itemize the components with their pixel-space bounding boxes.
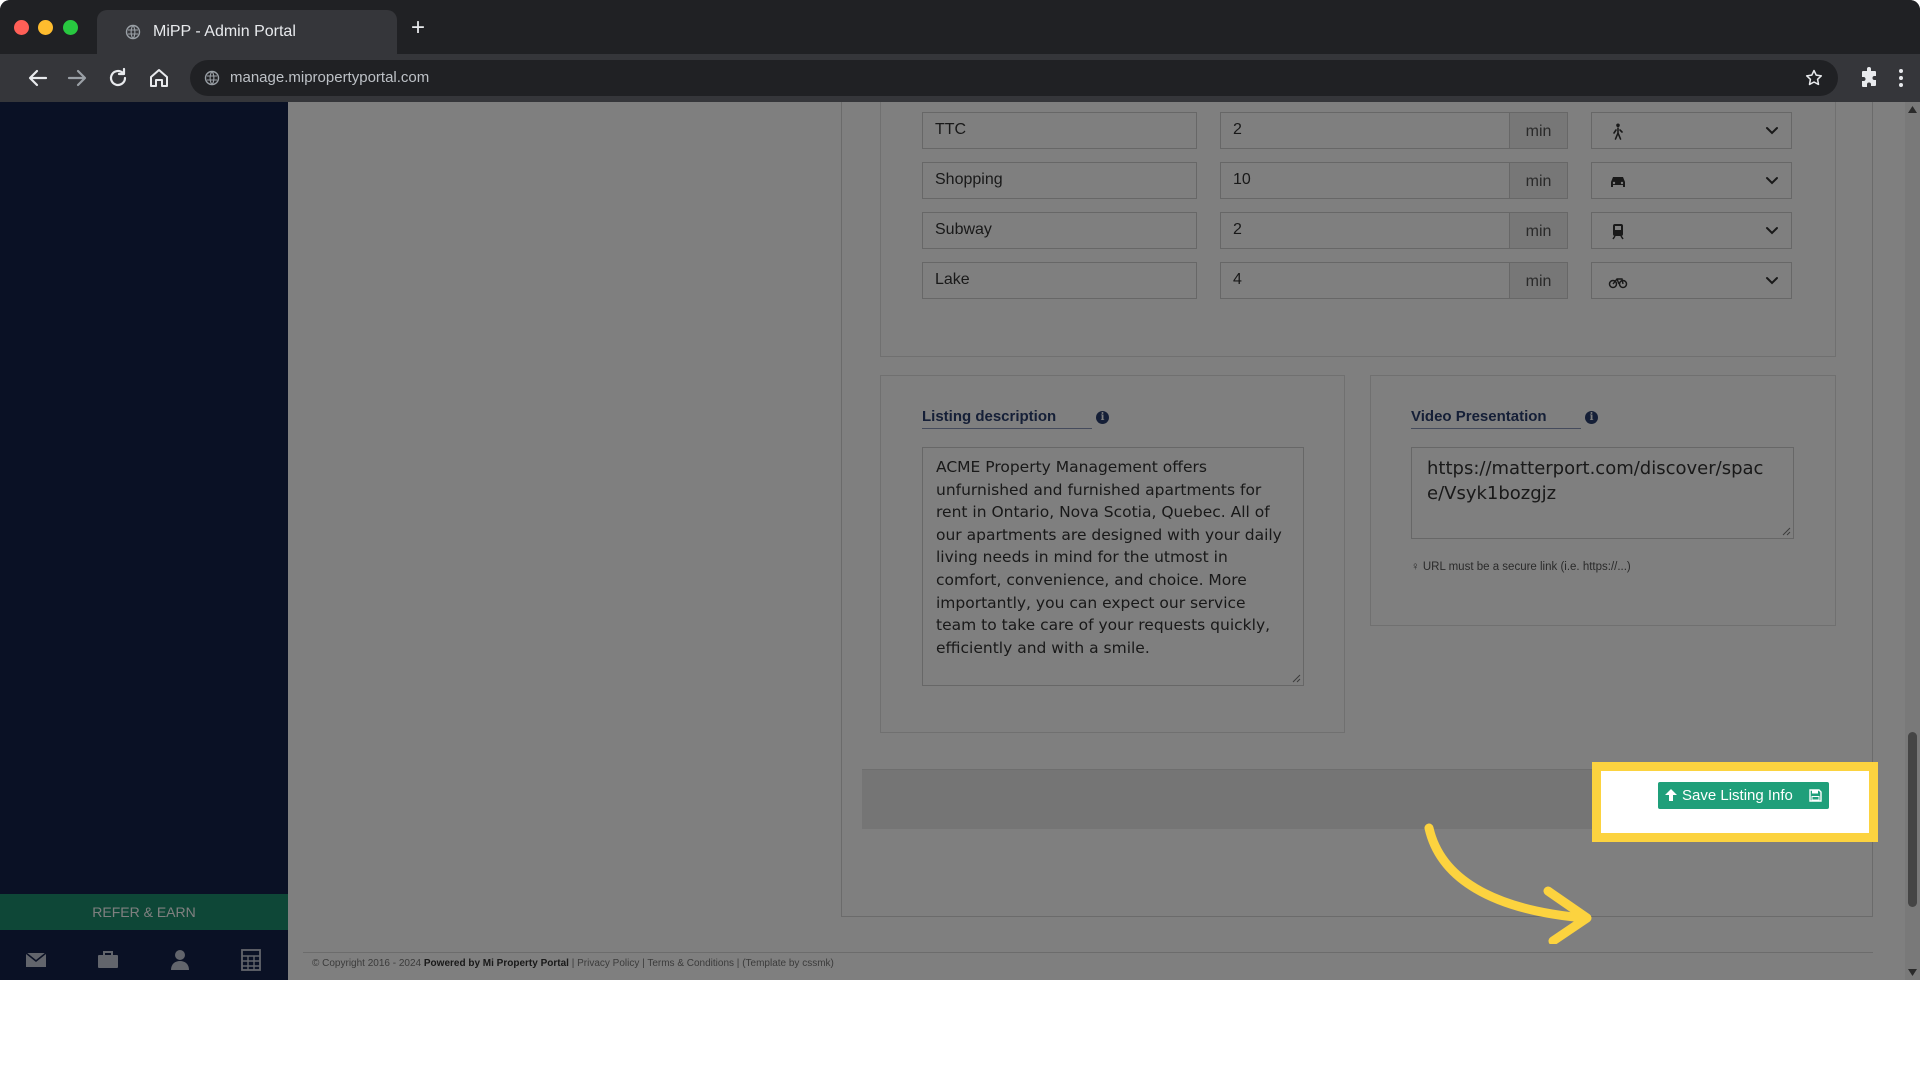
arrow-up-icon [1665, 789, 1677, 801]
privacy-policy-link[interactable]: Privacy Policy [577, 958, 639, 969]
label-underline [1411, 428, 1581, 429]
info-icon[interactable]: i [1585, 411, 1598, 424]
place-input[interactable]: Subway [922, 212, 1197, 249]
save-listing-info-label: Save Listing Info [1682, 787, 1793, 804]
walk-icon [1613, 123, 1623, 140]
url-hint-text: URL must be a secure link (i.e. https://… [1422, 561, 1631, 573]
url-hint: ♀ URL must be a secure link (i.e. https:… [1411, 561, 1631, 573]
sidebar-footer-icons [0, 940, 288, 980]
page-viewport: REFER & EARN TTC 2 min Shopping 10 min S… [0, 102, 1920, 980]
back-arrow-icon[interactable] [26, 66, 50, 90]
video-presentation-label: Video Presentation [1411, 408, 1547, 425]
subway-icon [1612, 224, 1624, 240]
reload-icon[interactable] [106, 66, 130, 90]
distance-row: Subway 2 min [922, 212, 1796, 249]
close-window-button[interactable] [14, 20, 29, 35]
listing-description-label: Listing description [922, 408, 1057, 425]
travel-mode-select[interactable] [1591, 112, 1792, 149]
new-tab-button[interactable]: + [407, 16, 429, 40]
browser-menu-icon[interactable] [1893, 66, 1909, 90]
scroll-down-arrow-icon[interactable] [1908, 969, 1917, 976]
time-input[interactable]: 10 [1220, 162, 1510, 199]
pointer-arrow-icon [1424, 823, 1592, 944]
mail-icon[interactable] [24, 948, 48, 972]
home-icon[interactable] [147, 66, 171, 90]
video-url-textarea[interactable]: https://matterport.com/discover/space/Vs… [1411, 447, 1794, 539]
chevron-down-icon [1766, 177, 1778, 185]
resize-handle-icon[interactable] [1782, 527, 1791, 536]
resize-handle-icon[interactable] [1292, 674, 1301, 683]
browser-tab[interactable]: MiPP - Admin Portal [97, 10, 397, 54]
user-icon[interactable] [168, 948, 192, 972]
place-input[interactable]: TTC [922, 112, 1197, 149]
page-scrollbar[interactable] [1905, 102, 1920, 980]
chevron-down-icon [1766, 127, 1778, 135]
save-listing-info-button[interactable]: Save Listing Info [1658, 782, 1829, 809]
chevron-down-icon [1766, 227, 1778, 235]
briefcase-icon[interactable] [96, 948, 120, 972]
powered-by-link[interactable]: Powered by Mi Property Portal [424, 958, 569, 969]
browser-window: MiPP - Admin Portal + manage.mipropertyp… [0, 0, 1920, 980]
distance-row: Lake 4 min [922, 262, 1796, 299]
time-input[interactable]: 2 [1220, 112, 1510, 149]
refer-and-earn-button[interactable]: REFER & EARN [0, 894, 288, 930]
label-underline [922, 428, 1092, 429]
main-content: TTC 2 min Shopping 10 min Subway 2 min L… [288, 102, 1905, 980]
distance-row: TTC 2 min [922, 112, 1796, 149]
car-icon [1611, 177, 1625, 187]
travel-mode-select[interactable] [1591, 262, 1792, 299]
globe-icon [125, 24, 141, 40]
maximize-window-button[interactable] [63, 20, 78, 35]
bookmark-star-icon[interactable] [1804, 68, 1824, 88]
unit-addon: min [1510, 212, 1568, 249]
unit-addon: min [1510, 112, 1568, 149]
footer-divider [303, 952, 1873, 953]
distance-row: Shopping 10 min [922, 162, 1796, 199]
lightbulb-icon: ♀ [1411, 561, 1420, 573]
copyright-footer: © Copyright 2016 - 2024 Powered by Mi Pr… [312, 958, 834, 969]
tab-bar: MiPP - Admin Portal + [0, 0, 1920, 54]
floppy-disk-icon [1809, 789, 1822, 802]
chevron-down-icon [1766, 277, 1778, 285]
forward-arrow-icon[interactable] [65, 66, 89, 90]
unit-addon: min [1510, 162, 1568, 199]
terms-link[interactable]: Terms & Conditions [647, 958, 734, 969]
scrollbar-thumb[interactable] [1908, 732, 1917, 907]
site-info-icon[interactable] [204, 70, 220, 86]
minimize-window-button[interactable] [38, 20, 53, 35]
video-url-text: https://matterport.com/discover/space/Vs… [1427, 458, 1764, 504]
listing-description-text: ACME Property Management offers unfurnis… [936, 458, 1282, 657]
extensions-puzzle-icon[interactable] [1858, 66, 1882, 90]
browser-toolbar: manage.mipropertyportal.com [0, 54, 1920, 102]
address-bar[interactable]: manage.mipropertyportal.com [190, 60, 1838, 96]
template-credit: (Template by cssmk) [742, 958, 834, 969]
time-input[interactable]: 2 [1220, 212, 1510, 249]
tab-title: MiPP - Admin Portal [153, 23, 296, 40]
info-icon[interactable]: i [1096, 411, 1109, 424]
url-text: manage.mipropertyportal.com [230, 69, 430, 86]
bicycle-icon [1608, 278, 1628, 289]
listing-description-textarea[interactable]: ACME Property Management offers unfurnis… [922, 447, 1304, 686]
sidebar: REFER & EARN [0, 102, 288, 980]
unit-addon: min [1510, 262, 1568, 299]
calculator-icon[interactable] [239, 948, 263, 972]
time-input[interactable]: 4 [1220, 262, 1510, 299]
travel-mode-select[interactable] [1591, 212, 1792, 249]
travel-mode-select[interactable] [1591, 162, 1792, 199]
copyright-text: © Copyright 2016 - 2024 [312, 958, 422, 969]
place-input[interactable]: Lake [922, 262, 1197, 299]
scroll-up-arrow-icon[interactable] [1908, 106, 1917, 113]
place-input[interactable]: Shopping [922, 162, 1197, 199]
